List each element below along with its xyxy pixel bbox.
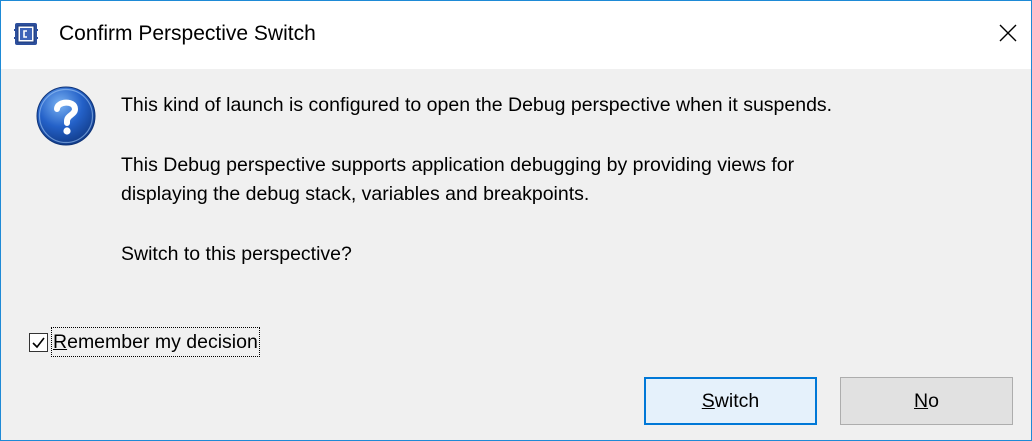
- switch-label: witch: [714, 389, 760, 412]
- checkbox-box[interactable]: [29, 332, 48, 352]
- no-label: o: [928, 389, 939, 412]
- window-title: Confirm Perspective Switch: [59, 22, 316, 45]
- message-line-2: This Debug perspective supports applicat…: [121, 154, 795, 176]
- no-button[interactable]: No: [840, 377, 1013, 425]
- dialog-body: This kind of launch is configured to ope…: [1, 69, 1031, 440]
- close-button[interactable]: [985, 1, 1031, 69]
- title-bar[interactable]: Confirm Perspective Switch: [1, 1, 1031, 69]
- switch-mnemonic: S: [701, 389, 715, 412]
- checkmark-icon: [32, 337, 45, 348]
- remember-decision-label[interactable]: Remember my decision: [51, 327, 260, 357]
- message-line-1: This kind of launch is configured to ope…: [121, 94, 833, 116]
- close-icon: [999, 24, 1017, 47]
- switch-button[interactable]: Switch: [644, 377, 817, 425]
- dialog-window: Confirm Perspective Switch This kind of …: [0, 0, 1032, 441]
- question-icon: [34, 84, 98, 148]
- message-line-4: Switch to this perspective?: [121, 243, 352, 265]
- ide-app-icon: [14, 22, 38, 46]
- no-mnemonic: N: [914, 389, 929, 412]
- message-line-3: displaying the debug stack, variables an…: [121, 183, 590, 205]
- remember-decision-checkbox[interactable]: Remember my decision: [29, 327, 260, 357]
- label-mnemonic: R: [53, 331, 68, 353]
- label-text: emember my decision: [67, 331, 258, 353]
